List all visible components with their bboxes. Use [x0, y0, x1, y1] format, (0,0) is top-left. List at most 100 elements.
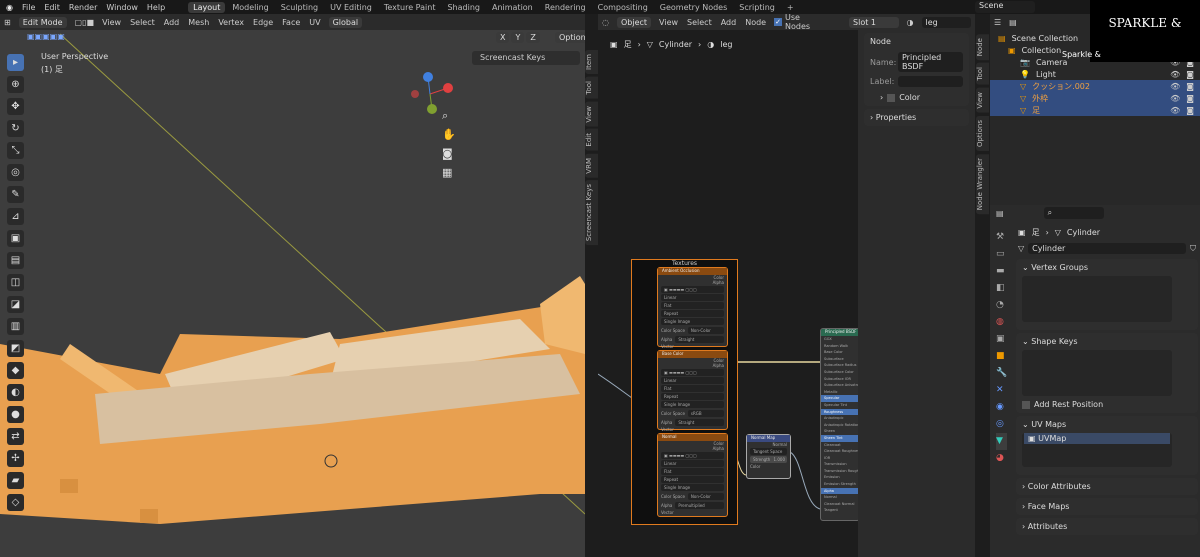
viewport-menu-item[interactable]: Vertex — [218, 18, 244, 27]
image-selector[interactable]: ▣ ▬▬▬▬ ▢▢▢ — [661, 369, 724, 376]
sidebar-tab[interactable]: View — [976, 87, 989, 113]
menu-file[interactable]: File — [22, 3, 35, 12]
node-dropdown[interactable]: Linear — [661, 460, 724, 467]
node-dropdown[interactable]: Linear — [661, 294, 724, 301]
sidebar-tab[interactable]: View — [585, 101, 598, 127]
outliner-item[interactable]: ▽ 外枠 👁 ◙ — [990, 92, 1200, 104]
node-dropdown[interactable]: Flat — [661, 302, 724, 309]
select-box-modes[interactable]: ▣▣▣▣▣ — [27, 32, 65, 41]
node-dropdown[interactable]: Single Image — [661, 318, 724, 325]
properties-panel[interactable]: › Properties — [864, 109, 969, 126]
bsdf-input[interactable]: Subsurface Color — [821, 369, 859, 376]
camera-icon[interactable]: ◙ — [442, 144, 456, 163]
camera-render-icon[interactable]: ◙ — [1186, 106, 1194, 115]
shear-tool-icon[interactable]: ▰ — [7, 472, 24, 489]
transform-tool-icon[interactable]: ◎ — [7, 164, 24, 181]
shape-keys-header[interactable]: ⌄ Shape Keys — [1022, 337, 1192, 346]
rotate-tool-icon[interactable]: ↻ — [7, 120, 24, 137]
measure-tool-icon[interactable]: ⊿ — [7, 208, 24, 225]
eye-icon[interactable]: 👁 — [1170, 94, 1180, 103]
outliner-item[interactable]: ▽ 足 👁 ◙ — [990, 104, 1200, 116]
node-name-field[interactable]: Principled BSDF — [898, 52, 963, 72]
node-dropdown[interactable]: Flat — [661, 385, 724, 392]
menu-help[interactable]: Help — [147, 3, 165, 12]
scene-selector[interactable]: Scene — [975, 1, 1035, 13]
object-tab-icon[interactable]: ■ — [996, 348, 1007, 365]
workspace-tab[interactable]: Layout — [188, 1, 226, 13]
bsdf-input[interactable]: Transmission — [821, 461, 859, 468]
menu-render[interactable]: Render — [69, 3, 97, 12]
bsdf-input[interactable]: Subsurface IOR — [821, 376, 859, 383]
view-layer-tab-icon[interactable]: ◧ — [996, 280, 1007, 297]
camera-render-icon[interactable]: ◙ — [1186, 94, 1194, 103]
workspace-tab[interactable]: Shading — [442, 2, 485, 13]
add-rest-position-checkbox[interactable]: Add Rest Position — [1022, 400, 1192, 409]
options-dropdown[interactable]: Options — [555, 32, 585, 43]
color-space-dropdown[interactable]: Non-Color — [687, 327, 724, 334]
bsdf-input[interactable]: Anisotropic — [821, 415, 859, 422]
bsdf-input[interactable]: GGX — [821, 336, 859, 343]
polybuild-tool-icon[interactable]: ◆ — [7, 362, 24, 379]
sidebar-tab[interactable]: Tool — [976, 63, 989, 85]
screencast-panel[interactable]: Screencast Keys — [472, 51, 580, 65]
workspace-tab[interactable]: Texture Paint — [379, 2, 441, 13]
output-tab-icon[interactable]: ▬ — [996, 263, 1007, 280]
add-cube-tool-icon[interactable]: ▣ — [7, 230, 24, 247]
alpha-dropdown[interactable]: Straight — [675, 419, 724, 426]
color-toggle[interactable]: › Color — [870, 93, 963, 102]
bsdf-input[interactable]: Specular Tint — [821, 402, 859, 409]
mirror-axis-toggle[interactable]: Z — [526, 32, 540, 43]
world-tab-icon[interactable]: ◍ — [996, 314, 1007, 331]
node-dropdown[interactable]: Single Image — [661, 401, 724, 408]
bsdf-input[interactable]: Sheen — [821, 428, 859, 435]
fake-user-icon[interactable]: ⛉ — [1190, 244, 1196, 254]
mesh-name-field[interactable]: Cylinder — [1028, 243, 1186, 254]
cursor-tool-icon[interactable]: ⊕ — [7, 76, 24, 93]
color-attributes-header[interactable]: › Color Attributes — [1016, 478, 1198, 495]
mode-dropdown[interactable]: Edit Mode — [18, 16, 67, 28]
workspace-tab[interactable]: Geometry Nodes — [655, 2, 732, 13]
bsdf-input[interactable]: Clearcoat — [821, 442, 859, 449]
color-space-dropdown[interactable]: Non-Color — [687, 493, 724, 500]
face-maps-header[interactable]: › Face Maps — [1016, 498, 1198, 515]
sidebar-tab[interactable]: Node Wrangler — [976, 153, 989, 214]
mirror-axis-toggle[interactable]: X — [496, 32, 510, 43]
physics-tab-icon[interactable]: ◉ — [996, 399, 1007, 416]
normal-map-node[interactable]: Normal Map Normal Tangent Space Strength… — [746, 434, 791, 479]
sidebar-tab[interactable]: Item — [585, 50, 598, 74]
attributes-header[interactable]: › Attributes — [1016, 518, 1198, 535]
eye-icon[interactable]: 👁 — [1170, 82, 1180, 91]
vertex-groups-list[interactable] — [1022, 276, 1172, 322]
bsdf-input[interactable]: Subsurface Radius — [821, 362, 859, 369]
filter-icon[interactable]: ▤ — [1009, 18, 1017, 27]
rip-tool-icon[interactable]: ◇ — [7, 494, 24, 511]
node-dropdown[interactable]: Linear — [661, 377, 724, 384]
bsdf-input[interactable]: Clearcoat Normal — [821, 501, 859, 508]
bsdf-input[interactable]: Metallic — [821, 389, 859, 396]
workspace-tab[interactable]: Animation — [487, 2, 538, 13]
node-dropdown[interactable]: Flat — [661, 468, 724, 475]
uv-map-item[interactable]: ▣ UVMap — [1024, 433, 1170, 444]
vertex-groups-header[interactable]: ⌄ Vertex Groups — [1022, 263, 1192, 272]
scale-tool-icon[interactable]: ⤡ — [7, 142, 24, 159]
particles-tab-icon[interactable]: ✕ — [996, 382, 1007, 399]
image-texture-node[interactable]: Normal Color Alpha ▣ ▬▬▬▬ ▢▢▢ Linear Flat Repe… — [657, 433, 728, 517]
menu-window[interactable]: Window — [106, 3, 138, 12]
material-tab-icon[interactable]: ◕ — [996, 450, 1007, 467]
data-tab-icon[interactable]: ▼ — [996, 433, 1008, 450]
node-dropdown[interactable]: Single Image — [661, 484, 724, 491]
shader-editor[interactable]: ◌ Object View Select Add Node ✓ Use Nodes Sl… — [598, 13, 975, 557]
bsdf-input[interactable]: Normal — [821, 494, 859, 501]
collection-tab-icon[interactable]: ▣ — [996, 331, 1007, 348]
viewport-menu-item[interactable]: Face — [282, 18, 300, 27]
bevel-tool-icon[interactable]: ◪ — [7, 296, 24, 313]
render-tab-icon[interactable]: ▭ — [996, 246, 1007, 263]
blender-logo-icon[interactable]: ◉ — [6, 3, 13, 12]
node-dropdown[interactable]: Repeat — [661, 393, 724, 400]
alpha-dropdown[interactable]: Premultiplied — [675, 502, 724, 509]
bsdf-input[interactable]: Subsurface — [821, 356, 859, 363]
image-selector[interactable]: ▣ ▬▬▬▬ ▢▢▢ — [661, 452, 724, 459]
mirror-axis-toggle[interactable]: Y — [511, 32, 525, 43]
sidebar-tab[interactable]: Tool — [585, 76, 598, 99]
material-field[interactable]: leg — [921, 16, 971, 28]
